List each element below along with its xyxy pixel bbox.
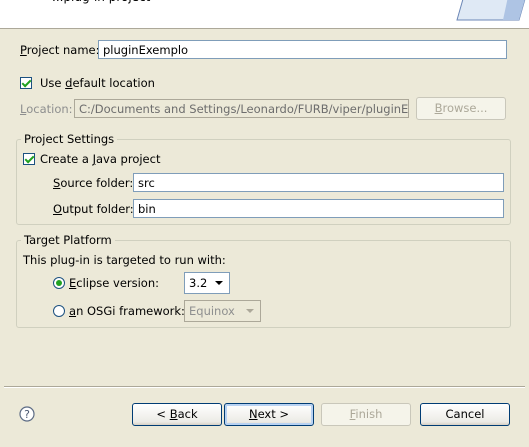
use-default-location-checkbox[interactable]: [20, 77, 32, 89]
create-java-project-checkbox[interactable]: [23, 153, 35, 165]
output-folder-label: Output folder:: [53, 202, 134, 216]
eclipse-version-label: Eclipse version:: [69, 276, 160, 290]
project-name-label: Project name:: [20, 43, 100, 57]
osgi-framework-value: Equinox: [189, 304, 235, 318]
eclipse-version-select[interactable]: 3.2: [184, 272, 230, 294]
use-default-location-label: Use default location: [40, 76, 155, 90]
back-button[interactable]: < Back: [132, 403, 222, 426]
eclipse-version-value: 3.2: [189, 276, 208, 290]
output-folder-value: bin: [138, 202, 156, 216]
target-platform-title: Target Platform: [21, 233, 115, 247]
next-button[interactable]: Next >: [224, 403, 314, 426]
browse-button[interactable]: Browse...: [416, 97, 506, 120]
create-java-project-label: Create a Java project: [40, 152, 161, 166]
wizard-banner: ...plug-in project: [0, 0, 529, 29]
project-name-input[interactable]: pluginExemplo: [98, 40, 507, 59]
target-platform-description: This plug-in is targeted to run with:: [23, 253, 226, 267]
osgi-framework-select[interactable]: Equinox: [184, 300, 261, 322]
finish-button-label: Finish: [349, 407, 383, 421]
wizard-image-icon: [456, 0, 526, 21]
output-folder-input[interactable]: bin: [133, 199, 504, 218]
finish-button[interactable]: Finish: [321, 403, 411, 426]
button-bar-separator: [4, 386, 525, 388]
chevron-down-icon: [211, 274, 228, 292]
osgi-framework-radio[interactable]: [53, 305, 65, 317]
banner-title: ...plug-in project: [52, 0, 150, 4]
source-folder-input[interactable]: src: [133, 173, 504, 192]
cancel-button-label: Cancel: [445, 407, 485, 421]
osgi-framework-label: an OSGi framework:: [69, 304, 185, 318]
next-button-label: Next >: [248, 407, 290, 421]
browse-button-label: Browse...: [434, 101, 488, 115]
source-folder-value: src: [138, 176, 155, 190]
eclipse-version-radio[interactable]: [53, 277, 65, 289]
source-folder-label: Source folder:: [53, 176, 134, 190]
help-icon[interactable]: ?: [19, 406, 35, 422]
project-settings-title: Project Settings: [21, 132, 118, 146]
project-name-value: pluginExemplo: [103, 43, 189, 57]
location-label: Location:: [20, 102, 73, 116]
location-input[interactable]: C:/Documents and Settings/Leonardo/FURB/…: [74, 99, 409, 118]
location-value: C:/Documents and Settings/Leonardo/FURB/…: [79, 102, 409, 116]
chevron-down-icon: [242, 302, 259, 320]
back-button-label: < Back: [156, 407, 198, 421]
cancel-button[interactable]: Cancel: [420, 403, 510, 426]
svg-text:?: ?: [24, 408, 30, 421]
